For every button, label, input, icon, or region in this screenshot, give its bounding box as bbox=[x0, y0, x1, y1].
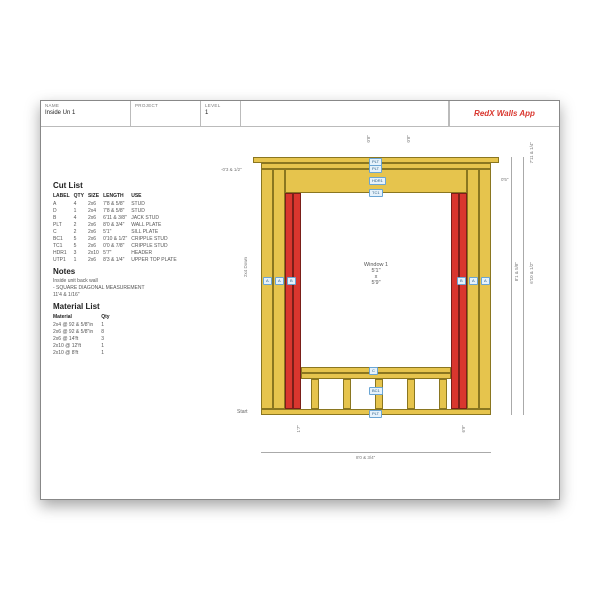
dim-top-a: 0'8" bbox=[366, 135, 371, 142]
name-label: NAME bbox=[45, 103, 126, 108]
jack-stud-left-a bbox=[285, 193, 293, 409]
mat-col-qty: Qty bbox=[101, 313, 117, 321]
cut-row: BC152x60'10 & 1/2"CRIPPLE STUD bbox=[53, 235, 181, 242]
mat-col-material: Material bbox=[53, 313, 101, 321]
cut-row: PLT22x68'0 & 3/4"WALL PLATE bbox=[53, 221, 181, 228]
dim-bottom-span: 8'0 & 3/4" bbox=[356, 455, 375, 460]
brand-text: RedX Walls App bbox=[474, 109, 535, 118]
note-line: - SQUARE DIAGONAL MEASUREMENT bbox=[53, 285, 213, 291]
cut-col-label: LABEL bbox=[53, 192, 74, 200]
mat-row: 2x10 @ 8'ft1 bbox=[53, 349, 118, 356]
cut-col-qty: QTY bbox=[74, 192, 88, 200]
bottom-cripple bbox=[407, 379, 415, 409]
title-name-cell: NAME Inside Un 1 bbox=[41, 101, 131, 126]
tag-a: A bbox=[275, 277, 284, 285]
note-line: Inside unit back wall bbox=[53, 278, 213, 284]
tag-c: C bbox=[369, 367, 378, 375]
title-block: NAME Inside Un 1 PROJECT LEVEL 1 RedX Wa… bbox=[41, 101, 559, 127]
tag-tc1: TC1 bbox=[369, 189, 383, 197]
dim-line-right-2 bbox=[523, 157, 524, 415]
dim-top-b: 0'8" bbox=[406, 135, 411, 142]
left-column: Cut List LABEL QTY SIZE LENGTH USE A42x6… bbox=[41, 127, 221, 499]
sheet-body: Cut List LABEL QTY SIZE LENGTH USE A42x6… bbox=[41, 127, 559, 499]
wall-drawing: PLT PLT HDR1 TC1 A A B B A A C BC1 PLT W… bbox=[261, 157, 491, 457]
cut-col-use: USE bbox=[131, 192, 180, 200]
king-stud-right-outer bbox=[479, 169, 491, 409]
tag-bc1: BC1 bbox=[369, 387, 383, 395]
mat-row: 2x4 @ 92 & 5/8"in1 bbox=[53, 321, 118, 328]
cut-col-length: LENGTH bbox=[103, 192, 131, 200]
drawing-sheet: NAME Inside Un 1 PROJECT LEVEL 1 RedX Wa… bbox=[40, 100, 560, 500]
level-label: LEVEL bbox=[205, 103, 236, 108]
cut-col-size: SIZE bbox=[88, 192, 103, 200]
king-stud-left-outer bbox=[261, 169, 273, 409]
dim-bottom-left: 1'7" bbox=[296, 425, 301, 432]
cut-row: A42x67'8 & 5/8"STUD bbox=[53, 200, 181, 207]
notes-title: Notes bbox=[53, 267, 213, 276]
cut-row: UTP112x68'3 & 1/4"UPPER TOP PLATE bbox=[53, 256, 181, 263]
dim-line-right-1 bbox=[511, 157, 512, 415]
title-project-cell: PROJECT bbox=[131, 101, 201, 126]
dim-right-top: 7'11 & 1/4" bbox=[529, 142, 534, 163]
window-label: Window 1 5'1" x 5'9" bbox=[326, 262, 426, 286]
cut-row: HDR132x105'7"HEADER bbox=[53, 249, 181, 256]
brand-cell: RedX Walls App bbox=[449, 101, 559, 126]
window-h: 5'9" bbox=[326, 280, 426, 286]
tag-a: A bbox=[481, 277, 490, 285]
wall-drawing-area: PLT PLT HDR1 TC1 A A B B A A C BC1 PLT W… bbox=[221, 127, 559, 499]
tag-plt: PLT bbox=[369, 410, 382, 418]
king-stud-left-inner bbox=[273, 169, 285, 409]
jack-stud-right-b bbox=[459, 193, 467, 409]
cut-row: C22x65'1"SILL PLATE bbox=[53, 228, 181, 235]
materials-title: Material List bbox=[53, 302, 213, 311]
dim-right-mid2: 6'10 & 1/2" bbox=[529, 262, 534, 284]
title-spacer bbox=[241, 101, 449, 126]
cut-row: TC152x60'0 & 7/8"CRIPPLE STUD bbox=[53, 242, 181, 249]
cutlist-table: LABEL QTY SIZE LENGTH USE A42x67'8 & 5/8… bbox=[53, 192, 181, 263]
dim-right-mid1: 0'5" bbox=[501, 177, 508, 182]
dim-vert-label: 2x4 Down bbox=[243, 257, 248, 277]
mat-row: 2x10 @ 12'ft1 bbox=[53, 342, 118, 349]
dim-top-left: -0'3 & 1/2" bbox=[221, 167, 242, 172]
mat-row: 2x6 @ 92 & 5/8"in8 bbox=[53, 328, 118, 335]
title-level-cell: LEVEL 1 bbox=[201, 101, 241, 126]
dim-bottom-right: 6'9" bbox=[461, 425, 466, 432]
note-line: 11'4 & 1/16" bbox=[53, 292, 213, 298]
cutlist-title: Cut List bbox=[53, 181, 213, 190]
tag-b: B bbox=[457, 277, 466, 285]
cut-row: D12x47'8 & 5/8"STUD bbox=[53, 207, 181, 214]
bottom-cripple bbox=[439, 379, 447, 409]
level-value: 1 bbox=[205, 110, 236, 116]
bottom-cripple bbox=[311, 379, 319, 409]
mat-row: 2x6 @ 14'ft3 bbox=[53, 335, 118, 342]
dim-line-bottom bbox=[261, 452, 491, 453]
bottom-cripple bbox=[343, 379, 351, 409]
tag-hdr: HDR1 bbox=[369, 177, 386, 185]
cutlist-body: A42x67'8 & 5/8"STUD D12x47'8 & 5/8"STUD … bbox=[53, 200, 181, 263]
king-stud-right-inner bbox=[467, 169, 479, 409]
tag-b: B bbox=[287, 277, 296, 285]
project-label: PROJECT bbox=[135, 103, 196, 108]
dim-right-main: 8'1 & 5/8" bbox=[514, 262, 519, 281]
material-table: Material Qty 2x4 @ 92 & 5/8"in1 2x6 @ 92… bbox=[53, 313, 118, 356]
start-label: Start bbox=[237, 409, 248, 415]
tag-plt: PLT bbox=[369, 165, 382, 173]
cut-row: B42x66'11 & 3/8"JACK STUD bbox=[53, 214, 181, 221]
name-value: Inside Un 1 bbox=[45, 110, 126, 116]
jack-stud-left-b bbox=[293, 193, 301, 409]
jack-stud-right-a bbox=[451, 193, 459, 409]
tag-a: A bbox=[469, 277, 478, 285]
tag-a: A bbox=[263, 277, 272, 285]
